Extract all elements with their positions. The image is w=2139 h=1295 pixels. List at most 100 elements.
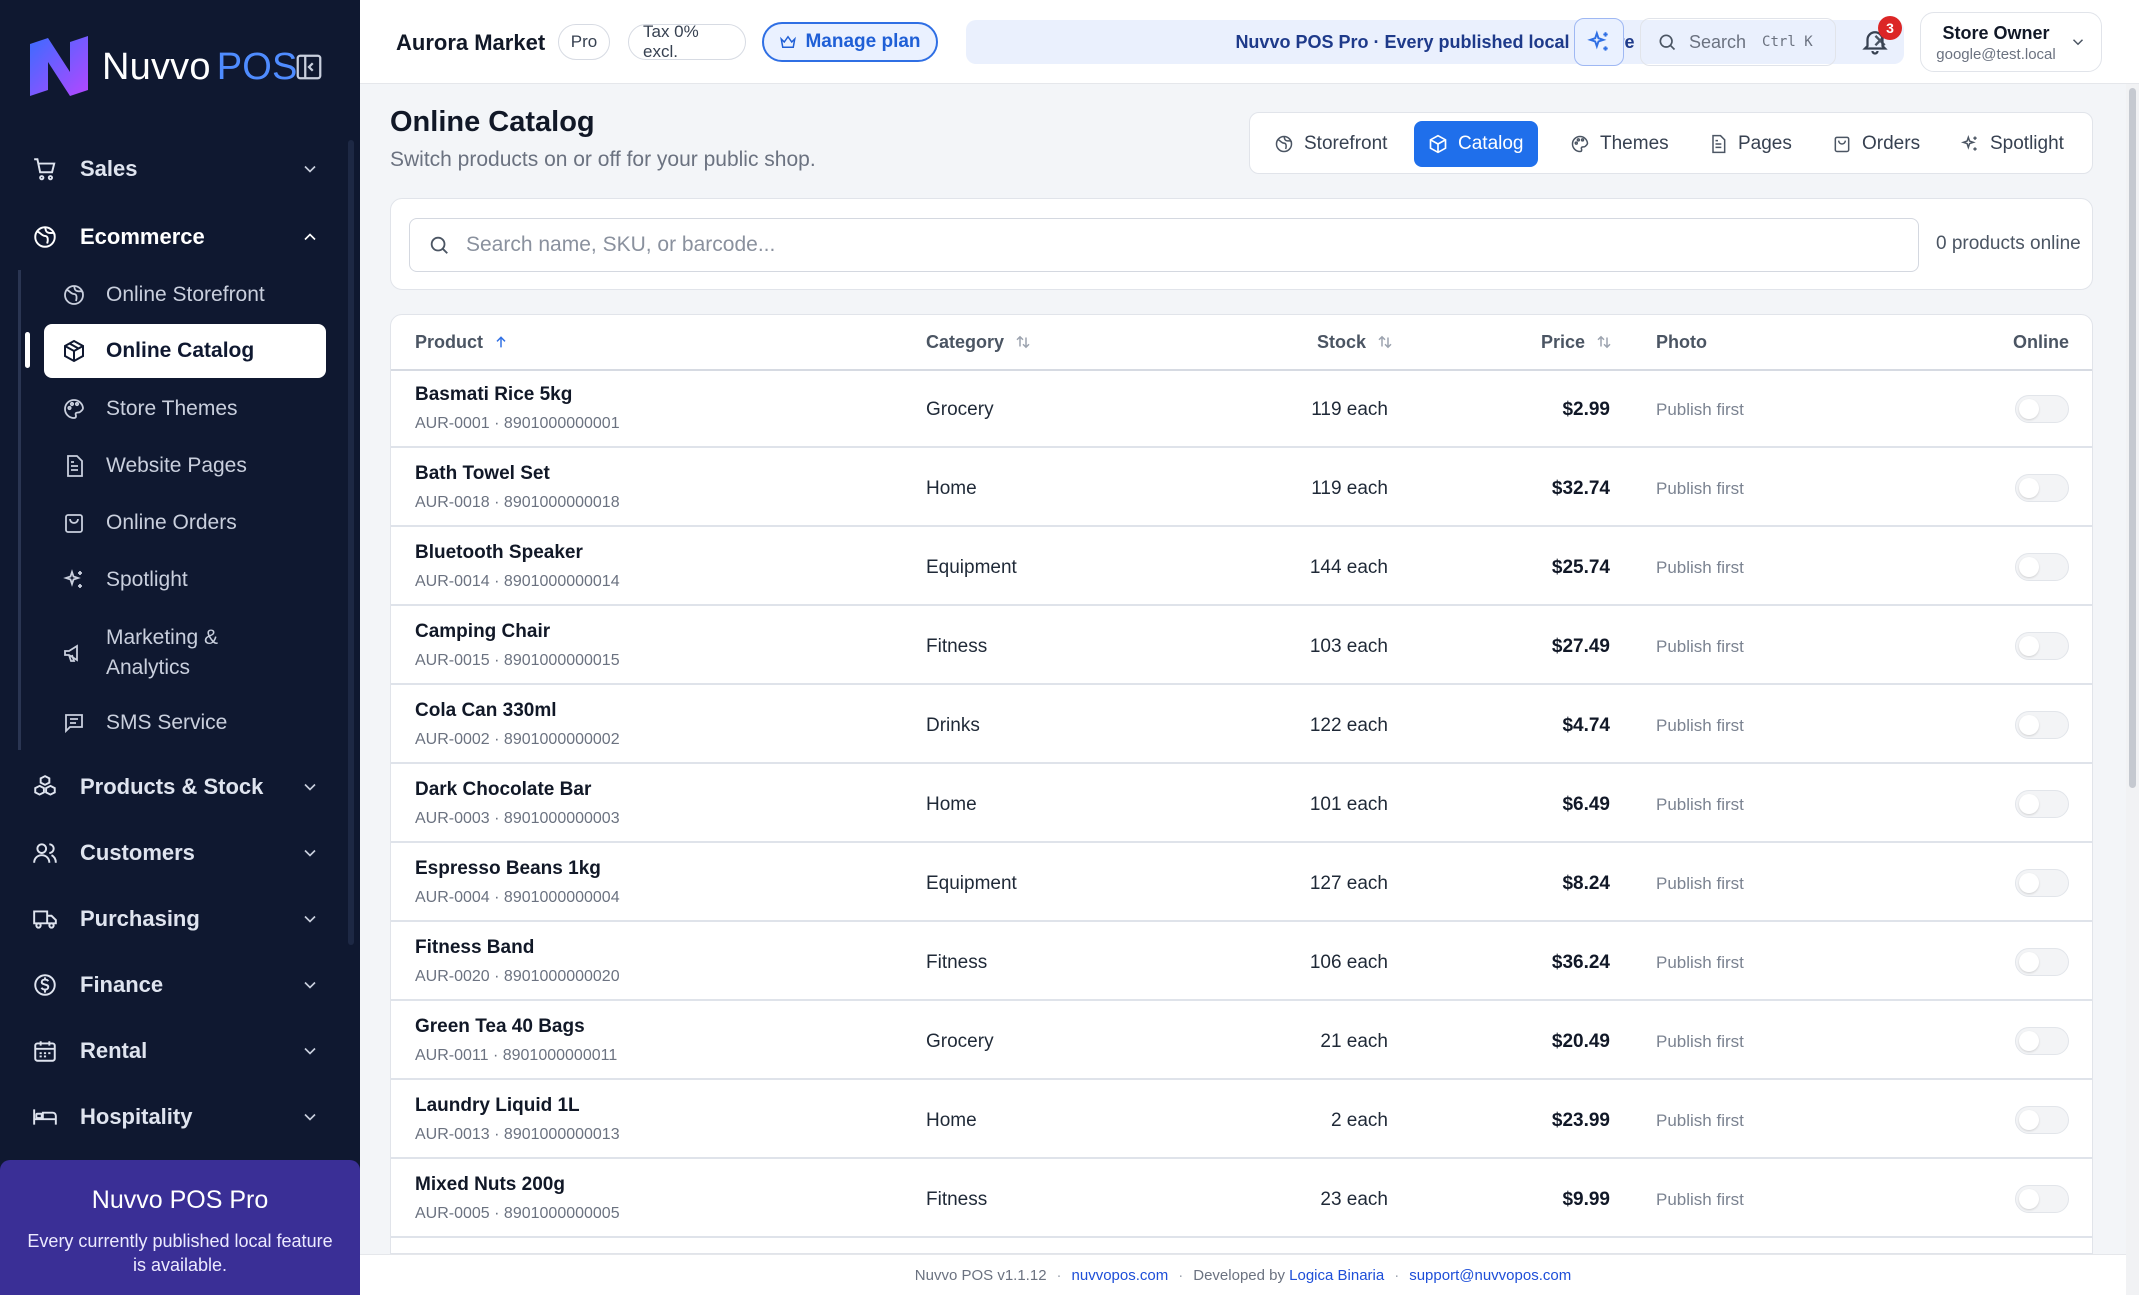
store-name[interactable]: Aurora Market xyxy=(396,30,545,56)
sidebar-item-sms-service[interactable]: SMS Service xyxy=(44,696,326,750)
column-header-online: Online xyxy=(2013,315,2069,369)
product-category: Home xyxy=(926,794,977,815)
pro-plan-card[interactable]: Nuvvo POS Pro Every currently published … xyxy=(0,1160,360,1295)
page-scrollbar-thumb[interactable] xyxy=(2129,88,2136,788)
user-menu[interactable]: Store Owner google@test.local xyxy=(1920,12,2102,72)
tab-catalog[interactable]: Catalog xyxy=(1414,121,1538,167)
sidebar-group-hospitality[interactable]: Hospitality xyxy=(30,1092,320,1142)
product-photo-status: Publish first xyxy=(1656,637,1744,656)
product-stock: 144 each xyxy=(1309,557,1388,578)
sidebar-item-marketing-analytics[interactable]: Marketing & Analytics xyxy=(44,618,326,688)
website-link[interactable]: nuvvopos.com xyxy=(1072,1267,1169,1284)
catalog-search-field[interactable] xyxy=(409,218,1919,272)
search-shortcut: Ctrl K xyxy=(1762,34,1813,50)
online-toggle[interactable] xyxy=(2015,711,2069,739)
table-row[interactable]: Laundry Liquid 1L AUR-0013 · 890100000001… xyxy=(391,1082,2092,1159)
column-header-category[interactable]: Category xyxy=(926,315,1032,369)
table-row[interactable]: Olive Oil 750mlAUR-0006 · 8901000000006G… xyxy=(391,1240,2092,1253)
column-header-label: Price xyxy=(1541,331,1586,352)
catalog-search-input[interactable] xyxy=(466,233,1866,257)
table-row[interactable]: Espresso Beans 1kg AUR-0004 · 89010000000… xyxy=(391,845,2092,922)
chevron-down-icon xyxy=(304,165,316,173)
table-row[interactable]: Camping Chair AUR-0015 · 8901000000015 Fit… xyxy=(391,608,2092,685)
sidebar-item-store-themes[interactable]: Store Themes xyxy=(44,382,326,436)
sidebar-item-website-pages[interactable]: Website Pages xyxy=(44,439,326,493)
sidebar-group-products-stock[interactable]: Products & Stock xyxy=(30,762,320,812)
product-category: Equipment xyxy=(926,557,1017,578)
users-icon xyxy=(30,838,60,868)
sidebar-group-finance[interactable]: Finance xyxy=(30,960,320,1010)
column-header-product[interactable]: Product xyxy=(415,315,509,369)
tab-label: Pages xyxy=(1738,133,1792,154)
table-row[interactable]: Bath Towel Set AUR-0018 · 8901000000018 Ho… xyxy=(391,450,2092,527)
table-row[interactable]: Bluetooth Speaker AUR-0014 · 890100000001… xyxy=(391,529,2092,606)
sidebar-item-spotlight[interactable]: Spotlight xyxy=(44,553,326,607)
tax-chip[interactable]: Tax 0% excl. xyxy=(628,22,746,61)
online-toggle[interactable] xyxy=(2015,474,2069,502)
online-toggle[interactable] xyxy=(2015,1106,2069,1134)
global-search-label: Search xyxy=(1689,31,1747,52)
tab-pages[interactable]: Pages xyxy=(1694,121,1806,167)
palette-icon xyxy=(60,395,88,423)
online-toggle[interactable] xyxy=(2015,632,2069,660)
chevron-down-icon xyxy=(304,1113,316,1121)
package-icon xyxy=(60,337,88,365)
online-toggle[interactable] xyxy=(2015,395,2069,423)
support-email-link[interactable]: support@nuvvopos.com xyxy=(1409,1267,1571,1284)
chevron-down-icon xyxy=(304,1047,316,1055)
online-toggle[interactable] xyxy=(2015,553,2069,581)
sidebar-group-label: Rental xyxy=(80,1038,148,1063)
sidebar-item-label: Online Orders xyxy=(106,511,237,534)
catalog-search-card: 0 products online xyxy=(390,198,2093,290)
column-header-label: Category xyxy=(926,331,1005,352)
sidebar-item-label: Online Catalog xyxy=(106,339,255,362)
sidebar-group-sales[interactable]: Sales xyxy=(30,144,320,194)
sidebar-group-rental[interactable]: Rental xyxy=(30,1026,320,1076)
plan-chip: Pro xyxy=(558,24,610,60)
sidebar-group-customers[interactable]: Customers xyxy=(30,828,320,878)
global-search-button[interactable]: Search Ctrl K xyxy=(1640,18,1836,66)
sidebar-item-online-orders[interactable]: Online Orders xyxy=(44,496,326,550)
table-row[interactable]: Green Tea 40 Bags AUR-0011 · 890100000001… xyxy=(391,1003,2092,1080)
online-toggle[interactable] xyxy=(2015,1027,2069,1055)
product-price: $4.74 xyxy=(1562,715,1610,736)
ai-assistant-button[interactable] xyxy=(1574,18,1624,66)
chevron-down-icon xyxy=(304,981,316,989)
sidebar-scrollbar[interactable] xyxy=(348,140,354,945)
sidebar-item-label: Store Themes xyxy=(106,397,238,420)
product-photo-status: Publish first xyxy=(1656,795,1744,814)
brand-name: Nuvvo POS xyxy=(102,46,298,88)
column-header-price[interactable]: Price xyxy=(1541,315,1613,369)
product-name: Camping Chair xyxy=(415,621,551,642)
product-photo-status: Publish first xyxy=(1656,1032,1744,1051)
table-row[interactable]: Fitness Band AUR-0020 · 8901000000020 Fitn… xyxy=(391,924,2092,1001)
sidebar: Nuvvo POS Sales Ecommerce Online Storefro… xyxy=(0,0,360,1295)
collapse-sidebar-icon[interactable] xyxy=(294,52,324,82)
product-name: Basmati Rice 5kg xyxy=(415,384,573,405)
online-toggle[interactable] xyxy=(2015,948,2069,976)
column-header-stock[interactable]: Stock xyxy=(1317,315,1394,369)
column-header-label: Photo xyxy=(1656,331,1707,352)
table-row[interactable]: Mixed Nuts 200g AUR-0005 · 8901000000005 F… xyxy=(391,1161,2092,1238)
brand-logo[interactable]: Nuvvo POS xyxy=(26,30,336,106)
table-row[interactable]: Dark Chocolate Bar AUR-0003 · 89010000000… xyxy=(391,766,2092,843)
online-toggle[interactable] xyxy=(2015,869,2069,897)
table-row[interactable]: Cola Can 330ml AUR-0002 · 8901000000002 Dr… xyxy=(391,687,2092,764)
product-photo-status: Publish first xyxy=(1656,479,1744,498)
online-toggle[interactable] xyxy=(2015,790,2069,818)
tab-orders[interactable]: Orders xyxy=(1818,121,1934,167)
online-toggle[interactable] xyxy=(2015,1185,2069,1213)
table-row[interactable]: Basmati Rice 5kg AUR-0001 · 8901000000001… xyxy=(391,371,2092,448)
manage-plan-button[interactable]: Manage plan xyxy=(762,22,938,62)
product-price: $20.49 xyxy=(1551,1031,1610,1052)
developer-link[interactable]: Logica Binaria xyxy=(1289,1267,1384,1284)
sidebar-item-online-storefront[interactable]: Online Storefront xyxy=(44,268,326,322)
sidebar-item-label: Online Storefront xyxy=(106,283,265,306)
products-online-count: 0 products online xyxy=(1936,233,2081,254)
tab-themes[interactable]: Themes xyxy=(1556,121,1683,167)
tab-storefront[interactable]: Storefront xyxy=(1260,121,1401,167)
tab-spotlight[interactable]: Spotlight xyxy=(1946,121,2078,167)
sidebar-group-ecommerce[interactable]: Ecommerce xyxy=(30,212,320,262)
sidebar-item-online-catalog[interactable]: Online Catalog xyxy=(44,324,326,378)
sidebar-group-purchasing[interactable]: Purchasing xyxy=(30,894,320,944)
